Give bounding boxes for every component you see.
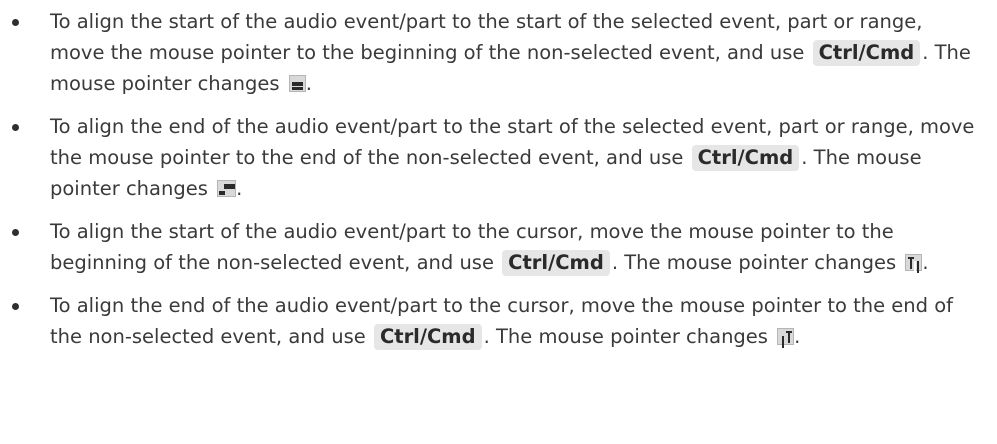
align-start-to-cursor-pointer-icon [905,254,923,271]
list-item-text: To align the start of the audio event/pa… [50,216,997,278]
keyboard-shortcut: Ctrl/Cmd [691,145,800,171]
list-item: To align the end of the audio event/part… [0,111,997,204]
list-item: To align the start of the audio event/pa… [0,6,997,99]
instruction-list: To align the start of the audio event/pa… [0,0,997,352]
bullet-icon [12,229,19,236]
bullet-icon [12,303,19,310]
keyboard-shortcut: Ctrl/Cmd [812,40,921,66]
list-item-text: To align the start of the audio event/pa… [50,6,997,99]
list-item: To align the start of the audio event/pa… [0,216,997,278]
bullet-icon [12,19,19,26]
list-item-text: To align the end of the audio event/part… [50,111,997,204]
item-text-after: . The mouse pointer changes [611,251,903,274]
align-end-to-cursor-pointer-icon [777,328,795,345]
item-text-before: To align the start of the audio event/pa… [50,10,923,64]
keyboard-shortcut: Ctrl/Cmd [502,250,610,276]
bullet-icon [12,124,19,131]
item-text-end: . [236,177,243,200]
item-text-end: . [922,251,929,274]
align-end-to-selection-pointer-icon [217,180,237,197]
item-text-end: . [794,325,801,348]
list-item-text: To align the end of the audio event/part… [50,290,997,352]
item-text-after: . The mouse pointer changes [483,325,775,348]
keyboard-shortcut: Ctrl/Cmd [373,324,482,350]
item-text-end: . [305,72,312,95]
align-start-to-selection-pointer-icon [288,75,306,92]
list-item: To align the end of the audio event/part… [0,290,997,352]
